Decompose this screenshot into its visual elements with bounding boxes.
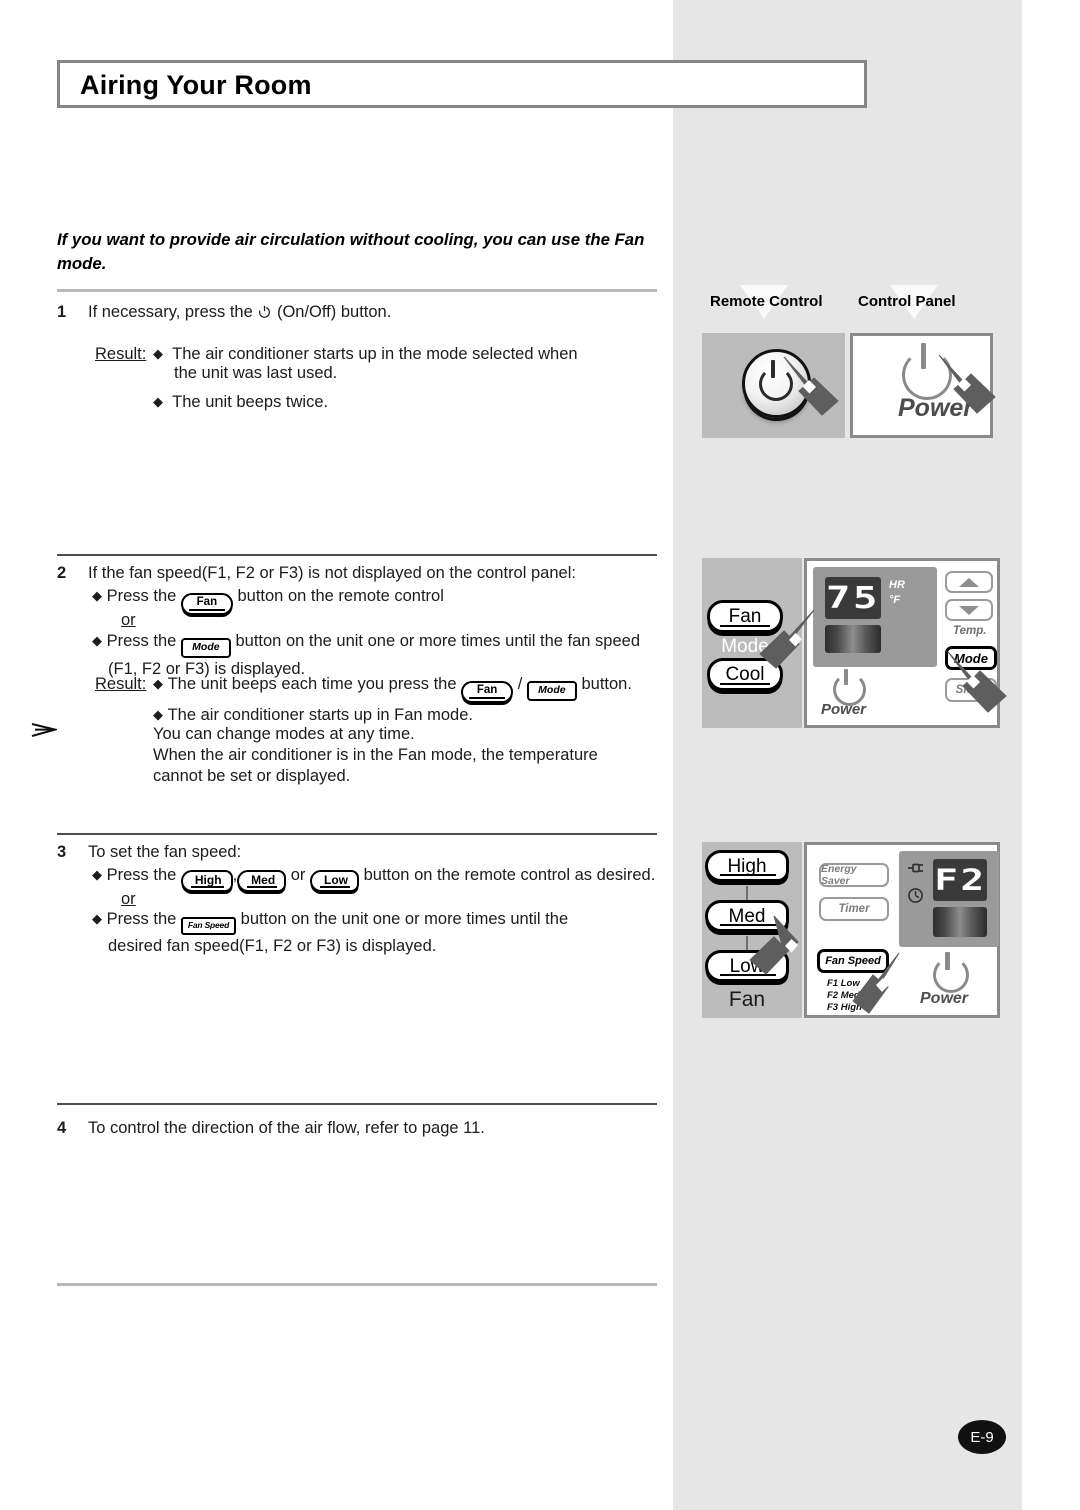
step-1-text: If necessary, press the (On/Off) button. — [88, 303, 678, 322]
inline-key-med[interactable]: Med — [237, 870, 287, 892]
step-1-result-bullets: ◆ The air conditioner starts up in the m… — [153, 345, 578, 411]
panel-display-area-3: F2 — [899, 851, 999, 947]
inline-key-low[interactable]: Low — [310, 870, 360, 892]
pointer-fan-speed-button — [845, 951, 925, 1036]
panel-power-label-3: Power — [920, 990, 969, 1007]
panel-power-icon-3 — [933, 957, 969, 993]
display-unit-f: °F — [889, 594, 901, 606]
divider-step-3 — [57, 833, 657, 835]
panel-power-icon-stem-2 — [844, 669, 848, 685]
clock-icon — [907, 887, 924, 909]
plug-icon — [907, 861, 925, 880]
fan-speed-display: F2 — [933, 859, 987, 901]
pointer-panel-power — [933, 351, 1007, 430]
figure-fan-mode: Fan Mode Cool 75 HR °F Temp. Mode Sleep — [690, 548, 1030, 763]
pointer-mode-button — [942, 648, 1022, 733]
step-4-text: To control the direction of the air flow… — [88, 1119, 485, 1137]
figure-fan-speed: High Med Low Fan Energy Saver Timer Fan … — [690, 836, 1030, 1041]
note-arrow-icon — [31, 722, 59, 742]
remote-connector-1 — [746, 886, 748, 900]
pointer-remote-power — [778, 353, 848, 428]
remote-control-label: Remote Control — [710, 293, 823, 310]
pointer-fan-button — [756, 606, 834, 689]
panel-power-icon-stem — [921, 343, 926, 369]
page-number-badge: E-9 — [958, 1420, 1006, 1454]
step-4-number: 4 — [57, 1119, 67, 1137]
inline-key-fan-2[interactable]: Fan — [461, 681, 514, 703]
arrow-up-icon — [959, 577, 979, 587]
step-3-intro: To set the fan speed: — [88, 843, 242, 861]
figure-power: Remote Control Control Panel Power — [690, 285, 1020, 460]
intro-paragraph: If you want to provide air circulation w… — [57, 230, 645, 273]
energy-saver-button[interactable]: Energy Saver — [819, 863, 889, 887]
inline-key-mode[interactable]: Mode — [180, 637, 231, 658]
remote-button-high[interactable]: High — [705, 850, 789, 882]
panel-power-label-2: Power — [821, 701, 867, 718]
step-1-line: If necessary, press the (On/Off) button. — [88, 303, 392, 321]
page-title: Airing Your Room — [80, 70, 312, 100]
inline-key-high[interactable]: High — [180, 870, 233, 892]
inline-key-fan-speed[interactable]: Fan Speed — [180, 916, 237, 935]
step-2-intro: If the fan speed(F1, F2 or F3) is not di… — [88, 564, 576, 582]
step-3-number: 3 — [57, 843, 67, 861]
divider-step-2 — [57, 554, 657, 556]
divider-step-4 — [57, 1103, 657, 1105]
step-1-result-label: Result: — [95, 345, 147, 363]
step-2-result-label: Result: — [95, 675, 147, 693]
page-title-box: Airing Your Room — [57, 60, 867, 108]
control-panel-label: Control Panel — [858, 293, 956, 310]
power-icon — [257, 304, 272, 319]
temp-up-button[interactable] — [945, 571, 993, 593]
divider-bottom — [57, 1283, 657, 1286]
display-unit-hr: HR — [889, 579, 905, 591]
inline-key-mode-2[interactable]: Mode — [526, 680, 577, 701]
step-2-number: 2 — [57, 564, 67, 582]
step-1-number: 1 — [57, 303, 67, 321]
temp-label: Temp. — [953, 625, 987, 637]
pointer-med-button — [748, 912, 838, 1007]
display-gradient-bar-3 — [933, 907, 987, 937]
panel-power-icon-stem-3 — [945, 952, 950, 970]
temp-down-button[interactable] — [945, 599, 993, 621]
divider-intro — [57, 289, 657, 292]
arrow-down-icon — [959, 605, 979, 615]
